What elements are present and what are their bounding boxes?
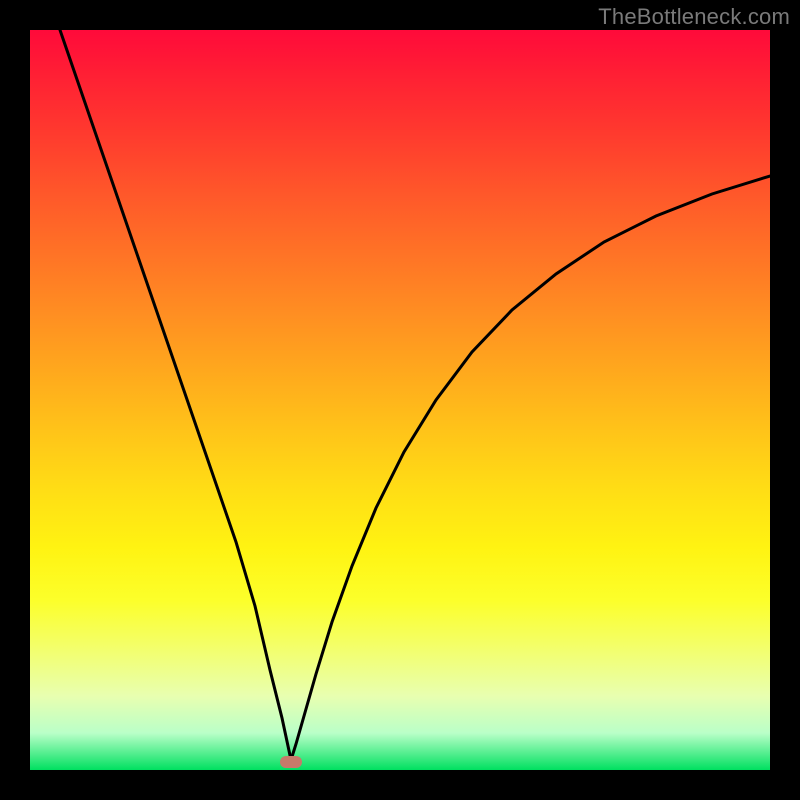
plot-area <box>30 30 770 770</box>
chart-frame: TheBottleneck.com <box>0 0 800 800</box>
bottleneck-curve <box>30 30 770 770</box>
curve-left-branch <box>60 30 291 760</box>
attribution-text: TheBottleneck.com <box>598 4 790 30</box>
curve-right-branch <box>291 176 770 760</box>
vertex-marker <box>280 756 302 768</box>
